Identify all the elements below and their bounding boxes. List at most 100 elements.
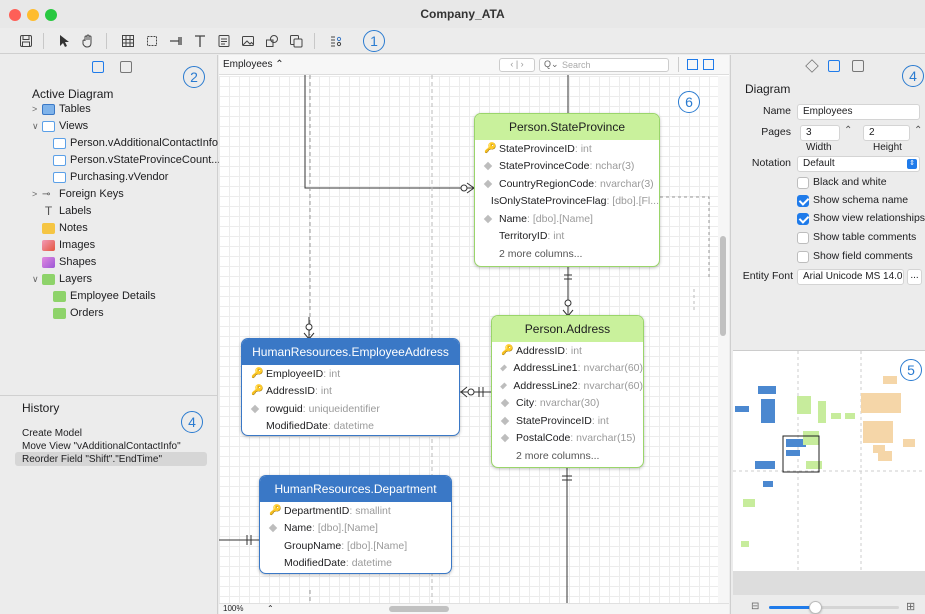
- chevron-right-icon[interactable]: >: [32, 189, 42, 199]
- entity-column[interactable]: 🔑 AddressID: int: [492, 342, 643, 360]
- entity-column[interactable]: GroupName: [dbo].[Name]: [260, 537, 451, 555]
- entity-font-field[interactable]: Arial Unicode MS 14.0: [797, 269, 904, 285]
- pages-width-field[interactable]: 3: [800, 125, 840, 141]
- tree-item-view[interactable]: Person.vAdditionalContactInfo: [53, 135, 218, 151]
- label-icon: T: [44, 204, 53, 218]
- horizontal-scroll-thumb[interactable]: [389, 606, 449, 612]
- diagram-canvas[interactable]: Employees ⌃ ‹ | › Q⌄ Search 100% ⌃ 6 Per…: [219, 55, 729, 614]
- tree-item-tables[interactable]: > Tables: [32, 101, 91, 117]
- black-white-checkbox[interactable]: [797, 177, 809, 189]
- tree-item-layer[interactable]: Employee Details: [53, 288, 156, 304]
- field-comments-label: Show field comments: [813, 250, 913, 262]
- tree-item-foreign-keys[interactable]: > ⊸ Foreign Keys: [32, 186, 124, 202]
- entity-column[interactable]: CountryRegionCode: nvarchar(3): [475, 175, 659, 193]
- entity-column[interactable]: 🔑 AddressID: int: [242, 383, 459, 401]
- zoom-slider-knob[interactable]: [808, 601, 822, 614]
- model-tab-icon[interactable]: [120, 61, 132, 73]
- zoom-slider-track[interactable]: [769, 601, 899, 614]
- minimap[interactable]: 5: [733, 350, 925, 595]
- entity-column[interactable]: TerritoryID: int: [475, 228, 659, 246]
- zoom-dropdown-icon[interactable]: ⌃: [267, 604, 274, 613]
- entity-column[interactable]: AddressLine1: nvarchar(60): [492, 360, 643, 378]
- table-icon[interactable]: [118, 31, 138, 51]
- vertical-scrollbar[interactable]: [718, 76, 729, 603]
- tree-item-layer[interactable]: Orders: [53, 305, 104, 321]
- width-stepper[interactable]: ⌃: [844, 125, 852, 136]
- height-label: Height: [873, 142, 902, 153]
- entity-state-province[interactable]: Person.StateProvince 🔑 StateProvinceID: i…: [474, 113, 660, 267]
- tree-item-labels[interactable]: T Labels: [42, 203, 92, 219]
- column-name: AddressLine2: [513, 379, 578, 392]
- column-name: CountryRegionCode: [499, 177, 595, 190]
- pointer-icon[interactable]: [54, 31, 74, 51]
- image-icon[interactable]: [238, 31, 258, 51]
- entity-column[interactable]: Name: [dbo].[Name]: [260, 520, 451, 538]
- diagram-tab-icon[interactable]: [828, 60, 840, 72]
- tree-item-shapes[interactable]: Shapes: [42, 254, 96, 270]
- diagram-tab-icon[interactable]: [92, 61, 104, 73]
- tree-item-notes[interactable]: Notes: [42, 220, 88, 236]
- tree-item-view[interactable]: Person.vStateProvinceCount...: [53, 152, 220, 168]
- shape-icon[interactable]: [262, 31, 282, 51]
- column-name: AddressID: [266, 385, 316, 398]
- entity-column[interactable]: IsOnlyStateProvinceFlag: [dbo].[Fl...: [475, 193, 659, 211]
- layer-icon[interactable]: [286, 31, 306, 51]
- tree-label: Labels: [59, 205, 92, 217]
- more-columns[interactable]: 2 more columns...: [475, 245, 659, 263]
- entity-column[interactable]: Name: [dbo].[Name]: [475, 210, 659, 228]
- entity-column[interactable]: rowguid: uniqueidentifier: [242, 400, 459, 418]
- history-item[interactable]: Reorder Field "Shift"."EndTime": [22, 454, 162, 465]
- entity-column[interactable]: ModifiedDate: datetime: [242, 418, 459, 436]
- tree-item-images[interactable]: Images: [42, 237, 95, 253]
- hand-icon[interactable]: [78, 31, 98, 51]
- notation-select[interactable]: Default ⇕: [797, 156, 920, 172]
- entity-column[interactable]: AddressLine2: nvarchar(60): [492, 377, 643, 395]
- zoom-out-icon[interactable]: ⊟: [751, 601, 759, 612]
- entity-column[interactable]: 🔑 EmployeeID: int: [242, 365, 459, 383]
- model-tab-icon[interactable]: [852, 60, 864, 72]
- field-comments-checkbox[interactable]: [797, 251, 809, 263]
- shape-icon: [42, 256, 55, 268]
- tree-item-view[interactable]: Purchasing.vVendor: [53, 169, 168, 185]
- width-label: Width: [806, 142, 832, 153]
- label-icon[interactable]: [190, 31, 210, 51]
- entity-employee-address[interactable]: HumanResources.EmployeeAddress 🔑 Employee…: [241, 338, 460, 436]
- note-icon[interactable]: [214, 31, 234, 51]
- entity-address[interactable]: Person.Address 🔑 AddressID: int AddressLi…: [491, 315, 644, 468]
- entity-font-button[interactable]: ...: [907, 269, 922, 285]
- entity-column[interactable]: City: nvarchar(30): [492, 395, 643, 413]
- chevron-down-icon[interactable]: ∨: [32, 121, 42, 132]
- entity-column[interactable]: 🔑 DepartmentID: smallint: [260, 502, 451, 520]
- more-columns[interactable]: 2 more columns...: [492, 447, 643, 465]
- entity-column[interactable]: PostalCode: nvarchar(15): [492, 430, 643, 448]
- view-relationships-checkbox[interactable]: [797, 213, 809, 225]
- entity-column[interactable]: StateProvinceCode: nchar(3): [475, 158, 659, 176]
- chevron-down-icon[interactable]: ∨: [32, 274, 42, 285]
- scroll-thumb[interactable]: [720, 236, 726, 336]
- left-sidebar: 2 Active Diagram > Tables ∨ Views Person…: [0, 55, 220, 614]
- tree-item-layers[interactable]: ∨ Layers: [32, 271, 92, 287]
- entity-department[interactable]: HumanResources.Department 🔑 DepartmentID:…: [259, 475, 452, 574]
- entity-column[interactable]: StateProvinceID: int: [492, 412, 643, 430]
- history-item[interactable]: Create Model: [22, 428, 82, 439]
- zoom-level[interactable]: 100%: [223, 604, 243, 613]
- foreign-key-icon[interactable]: [166, 31, 186, 51]
- settings-icon[interactable]: [326, 31, 346, 51]
- chevron-right-icon[interactable]: >: [32, 104, 42, 114]
- name-field[interactable]: Employees: [797, 104, 920, 120]
- view-icon[interactable]: [142, 31, 162, 51]
- entity-tab-icon[interactable]: [805, 59, 819, 73]
- schema-name-checkbox[interactable]: [797, 195, 809, 207]
- history-item[interactable]: Move View "vAdditionalContactInfo": [22, 441, 181, 452]
- toolbar: 1: [0, 28, 925, 54]
- tree-item-views[interactable]: ∨ Views: [32, 118, 88, 134]
- entity-column[interactable]: ModifiedDate: datetime: [260, 555, 451, 573]
- table-comments-checkbox[interactable]: [797, 232, 809, 244]
- save-icon[interactable]: [16, 31, 36, 51]
- pages-height-field[interactable]: 2: [863, 125, 910, 141]
- height-stepper[interactable]: ⌃: [914, 125, 922, 136]
- entity-column[interactable]: 🔑 StateProvinceID: int: [475, 140, 659, 158]
- column-type: : nvarchar(15): [570, 432, 636, 445]
- column-name: rowguid: [266, 402, 303, 415]
- zoom-in-icon[interactable]: ⊞: [906, 600, 915, 613]
